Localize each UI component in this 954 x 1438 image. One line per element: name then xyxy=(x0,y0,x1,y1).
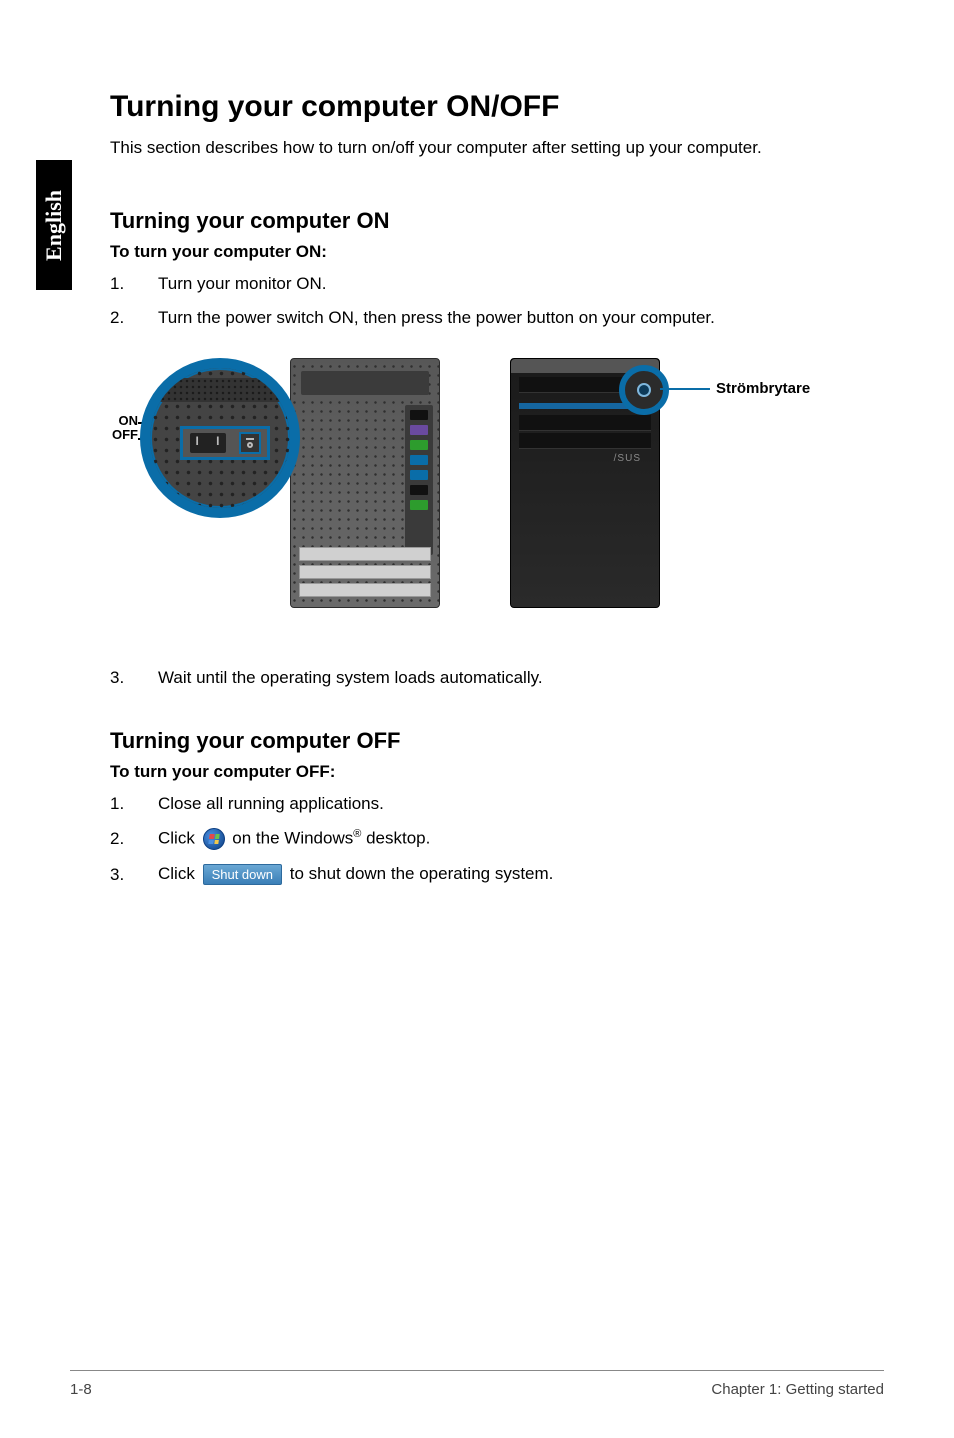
section-off-subhead: To turn your computer OFF: xyxy=(110,762,884,782)
step-number: 1. xyxy=(110,794,158,814)
section-on-subhead: To turn your computer ON: xyxy=(110,242,884,262)
drive-bay xyxy=(519,433,651,449)
computer-tower-rear xyxy=(290,358,440,608)
drive-bay xyxy=(519,415,651,431)
step-number: 2. xyxy=(110,829,158,849)
list-item: 1. Turn your monitor ON. xyxy=(110,274,884,294)
on-label: ON xyxy=(110,414,138,428)
list-item: 3. Wait until the operating system loads… xyxy=(110,668,884,688)
language-tab: English xyxy=(36,160,72,290)
list-item: 3. Click Shut down to shut down the oper… xyxy=(110,864,884,885)
step-text: Close all running applications. xyxy=(158,794,884,814)
callout-line xyxy=(660,388,710,390)
section-on-heading: Turning your computer ON xyxy=(110,208,884,234)
step-text: Wait until the operating system loads au… xyxy=(158,668,884,688)
off-steps-list: 1. Close all running applications. 2. Cl… xyxy=(110,794,884,885)
computer-tower-front: /SUS xyxy=(510,358,660,608)
shutdown-button-icon: Shut down xyxy=(203,864,282,885)
psu-closeup xyxy=(160,378,280,402)
figure-rear-panel: ON OFF xyxy=(110,358,440,618)
magnifier-icon xyxy=(140,358,300,518)
expansion-slot xyxy=(299,547,431,561)
magnifier-icon xyxy=(619,365,669,415)
figure-front-panel: /SUS Strömbrytare xyxy=(510,358,840,618)
step-text: Click Shut down to shut down the operati… xyxy=(158,864,884,885)
expansion-slot xyxy=(299,565,431,579)
intro-text: This section describes how to turn on/of… xyxy=(110,138,884,158)
io-port-icon xyxy=(410,440,428,450)
language-label: English xyxy=(41,190,67,261)
list-item: 1. Close all running applications. xyxy=(110,794,884,814)
psu-area xyxy=(301,371,429,395)
brand-logo: /SUS xyxy=(614,453,641,464)
text-fragment: desktop. xyxy=(361,829,430,848)
toggle-switch-icon xyxy=(239,432,261,454)
text-fragment: on the Windows xyxy=(232,829,353,848)
figure-row: ON OFF xyxy=(110,358,884,618)
power-button-icon xyxy=(637,383,651,397)
on-steps-list-continued: 3. Wait until the operating system loads… xyxy=(110,668,884,688)
text-fragment: Click xyxy=(158,829,200,848)
step-number: 2. xyxy=(110,308,158,328)
section-off: Turning your computer OFF To turn your c… xyxy=(110,728,884,885)
step-text: Turn the power switch ON, then press the… xyxy=(158,308,884,328)
expansion-slot xyxy=(299,583,431,597)
list-item: 2. Click on the Windows® desktop. xyxy=(110,828,884,850)
page-number: 1-8 xyxy=(70,1381,92,1398)
windows-flag-icon xyxy=(208,834,219,844)
text-fragment: to shut down the operating system. xyxy=(290,864,554,883)
onoff-label: ON OFF xyxy=(110,414,138,442)
io-port-icon xyxy=(410,500,428,510)
io-port-icon xyxy=(410,410,428,420)
rocker-switch-icon xyxy=(190,433,226,453)
step-text: Turn your monitor ON. xyxy=(158,274,884,294)
on-steps-list: 1. Turn your monitor ON. 2. Turn the pow… xyxy=(110,274,884,328)
page: English Turning your computer ON/OFF Thi… xyxy=(0,0,954,1438)
page-footer: 1-8 Chapter 1: Getting started xyxy=(70,1370,884,1398)
page-title: Turning your computer ON/OFF xyxy=(110,90,884,124)
section-off-heading: Turning your computer OFF xyxy=(110,728,884,754)
windows-start-icon xyxy=(203,828,225,850)
chapter-label: Chapter 1: Getting started xyxy=(711,1381,884,1398)
io-port-icon xyxy=(410,425,428,435)
toggle-off-icon xyxy=(247,442,253,448)
io-block xyxy=(405,405,433,555)
io-port-icon xyxy=(410,485,428,495)
step-number: 3. xyxy=(110,865,158,885)
power-button-callout: Strömbrytare xyxy=(716,380,810,397)
step-text: Click on the Windows® desktop. xyxy=(158,828,884,850)
step-number: 3. xyxy=(110,668,158,688)
off-label: OFF xyxy=(110,428,138,442)
power-switch xyxy=(180,426,270,460)
io-port-icon xyxy=(410,470,428,480)
step-number: 1. xyxy=(110,274,158,294)
list-item: 2. Turn the power switch ON, then press … xyxy=(110,308,884,328)
toggle-on-icon xyxy=(246,438,254,440)
content-area: Turning your computer ON/OFF This sectio… xyxy=(110,90,884,885)
io-port-icon xyxy=(410,455,428,465)
text-fragment: Click xyxy=(158,864,200,883)
